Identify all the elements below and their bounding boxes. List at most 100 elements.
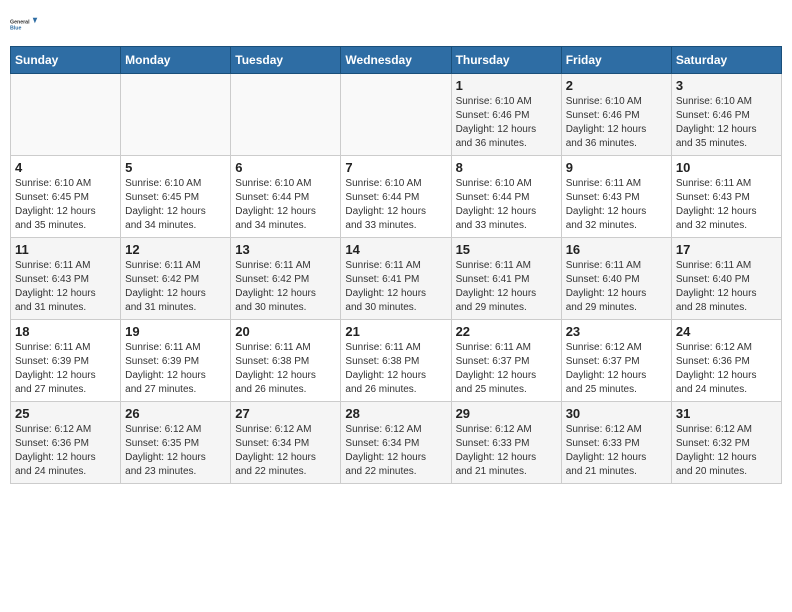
calendar-cell: 14 Sunrise: 6:11 AM Sunset: 6:41 PM Dayli… [341, 238, 451, 320]
day-info: Sunrise: 6:10 AM Sunset: 6:44 PM Dayligh… [456, 177, 557, 233]
day-number: 20 [235, 324, 336, 339]
calendar-cell: 26 Sunrise: 6:12 AM Sunset: 6:35 PM Dayli… [121, 402, 231, 484]
day-number: 24 [676, 324, 777, 339]
calendar-cell [341, 74, 451, 156]
calendar-cell: 22Sunrise: 6:11 AM Sunset: 6:37 PM Dayli… [451, 320, 561, 402]
calendar-week-1: 1 Sunrise: 6:10 AM Sunset: 6:46 PM Daylig… [11, 74, 782, 156]
svg-text:General: General [10, 19, 30, 25]
day-info: Sunrise: 6:11 AM Sunset: 6:41 PM Dayligh… [345, 259, 446, 315]
header-day-thursday: Thursday [451, 47, 561, 74]
day-info: Sunrise: 6:12 AM Sunset: 6:33 PM Dayligh… [456, 423, 557, 479]
calendar-cell: 31Sunrise: 6:12 AM Sunset: 6:32 PM Dayli… [671, 402, 781, 484]
day-number: 17 [676, 242, 777, 257]
day-number: 12 [125, 242, 226, 257]
day-number: 8 [456, 160, 557, 175]
calendar-cell: 7Sunrise: 6:10 AM Sunset: 6:44 PM Daylig… [341, 156, 451, 238]
day-number: 25 [15, 406, 116, 421]
calendar-cell: 13 Sunrise: 6:11 AM Sunset: 6:42 PM Dayli… [231, 238, 341, 320]
calendar-cell: 11 Sunrise: 6:11 AM Sunset: 6:43 PM Dayli… [11, 238, 121, 320]
calendar-cell: 21 Sunrise: 6:11 AM Sunset: 6:38 PM Dayli… [341, 320, 451, 402]
day-info: Sunrise: 6:10 AM Sunset: 6:44 PM Dayligh… [345, 177, 446, 233]
calendar-week-2: 4 Sunrise: 6:10 AM Sunset: 6:45 PM Daylig… [11, 156, 782, 238]
day-number: 22 [456, 324, 557, 339]
day-number: 26 [125, 406, 226, 421]
calendar-week-5: 25 Sunrise: 6:12 AM Sunset: 6:36 PM Dayli… [11, 402, 782, 484]
calendar-cell: 28 Sunrise: 6:12 AM Sunset: 6:34 PM Dayli… [341, 402, 451, 484]
day-number: 6 [235, 160, 336, 175]
calendar-cell: 20 Sunrise: 6:11 AM Sunset: 6:38 PM Dayli… [231, 320, 341, 402]
calendar-cell: 12 Sunrise: 6:11 AM Sunset: 6:42 PM Dayli… [121, 238, 231, 320]
day-info: Sunrise: 6:12 AM Sunset: 6:32 PM Dayligh… [676, 423, 777, 479]
day-number: 9 [566, 160, 667, 175]
day-info: Sunrise: 6:12 AM Sunset: 6:33 PM Dayligh… [566, 423, 667, 479]
calendar-cell: 15 Sunrise: 6:11 AM Sunset: 6:41 PM Dayli… [451, 238, 561, 320]
day-info: Sunrise: 6:10 AM Sunset: 6:46 PM Dayligh… [456, 95, 557, 151]
calendar-cell: 8 Sunrise: 6:10 AM Sunset: 6:44 PM Daylig… [451, 156, 561, 238]
day-info: Sunrise: 6:12 AM Sunset: 6:36 PM Dayligh… [15, 423, 116, 479]
header-day-saturday: Saturday [671, 47, 781, 74]
calendar-cell: 29Sunrise: 6:12 AM Sunset: 6:33 PM Dayli… [451, 402, 561, 484]
day-info: Sunrise: 6:12 AM Sunset: 6:34 PM Dayligh… [345, 423, 446, 479]
day-info: Sunrise: 6:11 AM Sunset: 6:38 PM Dayligh… [345, 341, 446, 397]
header-day-wednesday: Wednesday [341, 47, 451, 74]
day-info: Sunrise: 6:10 AM Sunset: 6:46 PM Dayligh… [566, 95, 667, 151]
calendar-cell: 16 Sunrise: 6:11 AM Sunset: 6:40 PM Dayli… [561, 238, 671, 320]
day-info: Sunrise: 6:10 AM Sunset: 6:45 PM Dayligh… [125, 177, 226, 233]
day-number: 5 [125, 160, 226, 175]
calendar-cell: 24 Sunrise: 6:12 AM Sunset: 6:36 PM Dayli… [671, 320, 781, 402]
day-info: Sunrise: 6:10 AM Sunset: 6:44 PM Dayligh… [235, 177, 336, 233]
day-info: Sunrise: 6:11 AM Sunset: 6:43 PM Dayligh… [676, 177, 777, 233]
day-number: 16 [566, 242, 667, 257]
day-info: Sunrise: 6:11 AM Sunset: 6:43 PM Dayligh… [15, 259, 116, 315]
calendar-cell [231, 74, 341, 156]
day-info: Sunrise: 6:11 AM Sunset: 6:39 PM Dayligh… [125, 341, 226, 397]
generalblue-logo-icon: GeneralBlue [10, 10, 38, 38]
calendar-header-row: SundayMondayTuesdayWednesdayThursdayFrid… [11, 47, 782, 74]
day-number: 30 [566, 406, 667, 421]
logo: GeneralBlue [10, 10, 38, 38]
day-number: 21 [345, 324, 446, 339]
day-number: 1 [456, 78, 557, 93]
calendar-table: SundayMondayTuesdayWednesdayThursdayFrid… [10, 46, 782, 484]
calendar-cell: 6 Sunrise: 6:10 AM Sunset: 6:44 PM Daylig… [231, 156, 341, 238]
day-number: 28 [345, 406, 446, 421]
calendar-cell: 18Sunrise: 6:11 AM Sunset: 6:39 PM Dayli… [11, 320, 121, 402]
day-number: 11 [15, 242, 116, 257]
calendar-week-3: 11 Sunrise: 6:11 AM Sunset: 6:43 PM Dayli… [11, 238, 782, 320]
calendar-cell: 10 Sunrise: 6:11 AM Sunset: 6:43 PM Dayli… [671, 156, 781, 238]
day-info: Sunrise: 6:10 AM Sunset: 6:46 PM Dayligh… [676, 95, 777, 151]
calendar-cell: 27Sunrise: 6:12 AM Sunset: 6:34 PM Dayli… [231, 402, 341, 484]
day-info: Sunrise: 6:11 AM Sunset: 6:40 PM Dayligh… [566, 259, 667, 315]
day-info: Sunrise: 6:10 AM Sunset: 6:45 PM Dayligh… [15, 177, 116, 233]
day-number: 10 [676, 160, 777, 175]
day-number: 3 [676, 78, 777, 93]
header-day-friday: Friday [561, 47, 671, 74]
calendar-cell: 5 Sunrise: 6:10 AM Sunset: 6:45 PM Daylig… [121, 156, 231, 238]
day-info: Sunrise: 6:11 AM Sunset: 6:43 PM Dayligh… [566, 177, 667, 233]
day-info: Sunrise: 6:12 AM Sunset: 6:37 PM Dayligh… [566, 341, 667, 397]
day-info: Sunrise: 6:12 AM Sunset: 6:35 PM Dayligh… [125, 423, 226, 479]
day-info: Sunrise: 6:11 AM Sunset: 6:41 PM Dayligh… [456, 259, 557, 315]
calendar-cell [121, 74, 231, 156]
calendar-week-4: 18Sunrise: 6:11 AM Sunset: 6:39 PM Dayli… [11, 320, 782, 402]
day-info: Sunrise: 6:12 AM Sunset: 6:36 PM Dayligh… [676, 341, 777, 397]
day-number: 4 [15, 160, 116, 175]
day-number: 19 [125, 324, 226, 339]
day-info: Sunrise: 6:11 AM Sunset: 6:38 PM Dayligh… [235, 341, 336, 397]
day-number: 14 [345, 242, 446, 257]
header: GeneralBlue [10, 10, 782, 38]
day-number: 15 [456, 242, 557, 257]
day-number: 2 [566, 78, 667, 93]
calendar-cell [11, 74, 121, 156]
calendar-cell: 19 Sunrise: 6:11 AM Sunset: 6:39 PM Dayli… [121, 320, 231, 402]
header-day-sunday: Sunday [11, 47, 121, 74]
calendar-cell: 4 Sunrise: 6:10 AM Sunset: 6:45 PM Daylig… [11, 156, 121, 238]
calendar-cell: 2 Sunrise: 6:10 AM Sunset: 6:46 PM Daylig… [561, 74, 671, 156]
day-info: Sunrise: 6:11 AM Sunset: 6:42 PM Dayligh… [125, 259, 226, 315]
calendar-cell: 30 Sunrise: 6:12 AM Sunset: 6:33 PM Dayli… [561, 402, 671, 484]
day-number: 23 [566, 324, 667, 339]
day-info: Sunrise: 6:11 AM Sunset: 6:42 PM Dayligh… [235, 259, 336, 315]
day-info: Sunrise: 6:12 AM Sunset: 6:34 PM Dayligh… [235, 423, 336, 479]
calendar-cell: 9 Sunrise: 6:11 AM Sunset: 6:43 PM Daylig… [561, 156, 671, 238]
day-number: 13 [235, 242, 336, 257]
